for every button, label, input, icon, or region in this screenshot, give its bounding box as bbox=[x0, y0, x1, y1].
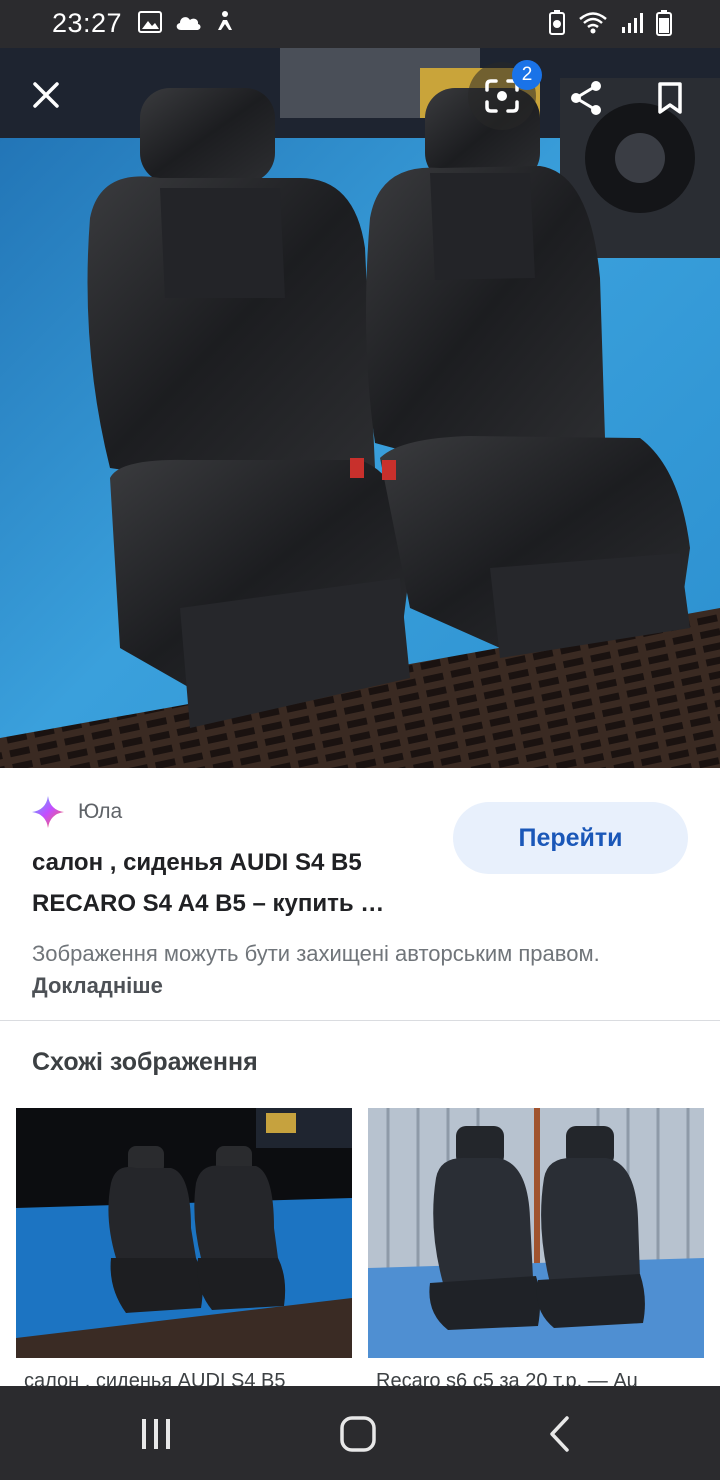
image-icon bbox=[138, 11, 162, 33]
share-icon bbox=[571, 81, 601, 115]
similar-images-heading: Схожі зображення bbox=[32, 1048, 258, 1076]
similar-image-1-photo bbox=[16, 1108, 352, 1358]
status-bar: 23:27 bbox=[0, 0, 720, 48]
source-row[interactable]: Юла bbox=[32, 796, 122, 828]
recent-apps-button[interactable] bbox=[126, 1408, 186, 1460]
copyright-text: Зображення можуть бути захищені авторськ… bbox=[32, 941, 600, 966]
lens-badge: 2 bbox=[512, 60, 542, 90]
sparkle-icon bbox=[32, 796, 64, 828]
result-title[interactable]: салон , сиденья AUDI S4 B5 RECARO S4 A4 … bbox=[32, 842, 432, 924]
battery-icon bbox=[656, 10, 672, 36]
home-icon bbox=[340, 1416, 376, 1452]
battery-saver-icon bbox=[549, 10, 565, 35]
navigation-bar bbox=[0, 1386, 720, 1480]
wifi-icon bbox=[579, 12, 607, 34]
copyright-notice: Зображення можуть бути захищені авторськ… bbox=[32, 938, 652, 1002]
back-icon bbox=[550, 1416, 569, 1452]
signal-icon bbox=[622, 13, 643, 33]
home-button[interactable] bbox=[328, 1408, 388, 1460]
divider bbox=[0, 1020, 720, 1021]
car-seats-photo bbox=[0, 48, 720, 768]
similar-image-2-photo bbox=[368, 1108, 704, 1358]
similar-image-2[interactable] bbox=[368, 1108, 704, 1358]
recent-apps-icon bbox=[142, 1419, 170, 1449]
back-button[interactable] bbox=[530, 1408, 590, 1460]
main-image[interactable] bbox=[0, 48, 720, 768]
bookmark-button[interactable] bbox=[642, 70, 698, 126]
learn-more-link[interactable]: Докладніше bbox=[32, 973, 163, 998]
status-time: 23:27 bbox=[52, 8, 123, 38]
bookmark-icon bbox=[658, 82, 682, 114]
similar-image-1[interactable] bbox=[16, 1108, 352, 1358]
cloud-icon bbox=[176, 17, 201, 30]
share-button[interactable] bbox=[558, 70, 614, 126]
close-icon bbox=[33, 82, 59, 108]
goto-button[interactable]: Перейти bbox=[453, 802, 688, 874]
source-name: Юла bbox=[78, 800, 123, 823]
accessibility-icon bbox=[218, 11, 232, 30]
close-button[interactable] bbox=[18, 67, 74, 123]
